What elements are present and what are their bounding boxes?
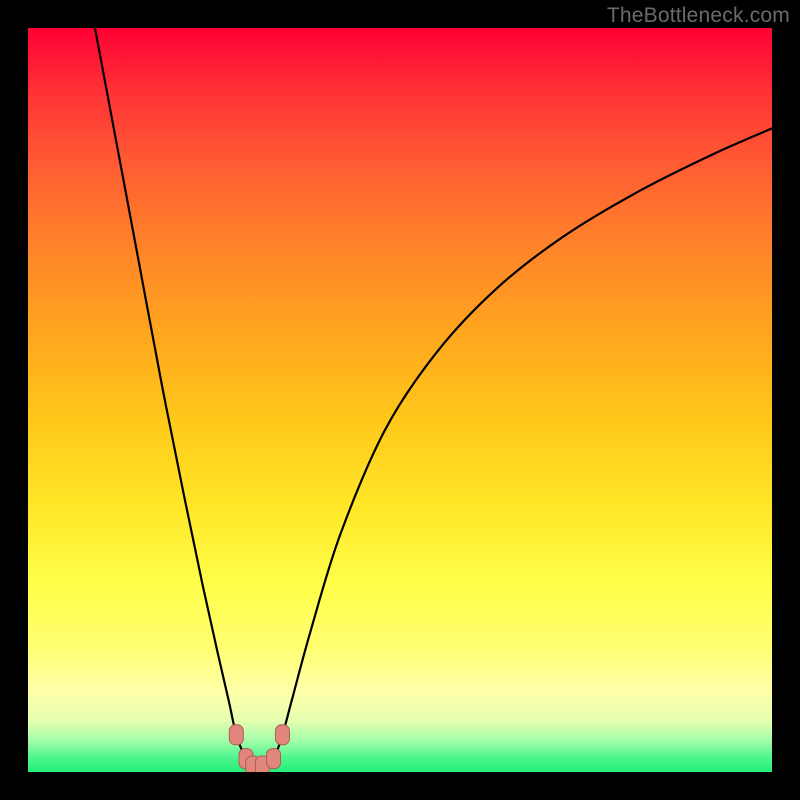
curve-marker [267,749,281,769]
chart-stage: TheBottleneck.com [0,0,800,800]
plot-area [28,28,772,772]
curve-marker [229,725,243,745]
watermark-text: TheBottleneck.com [607,4,790,28]
curve-svg [28,28,772,772]
curve-markers [229,725,289,772]
curve-marker [275,725,289,745]
bottleneck-curve [95,28,772,767]
